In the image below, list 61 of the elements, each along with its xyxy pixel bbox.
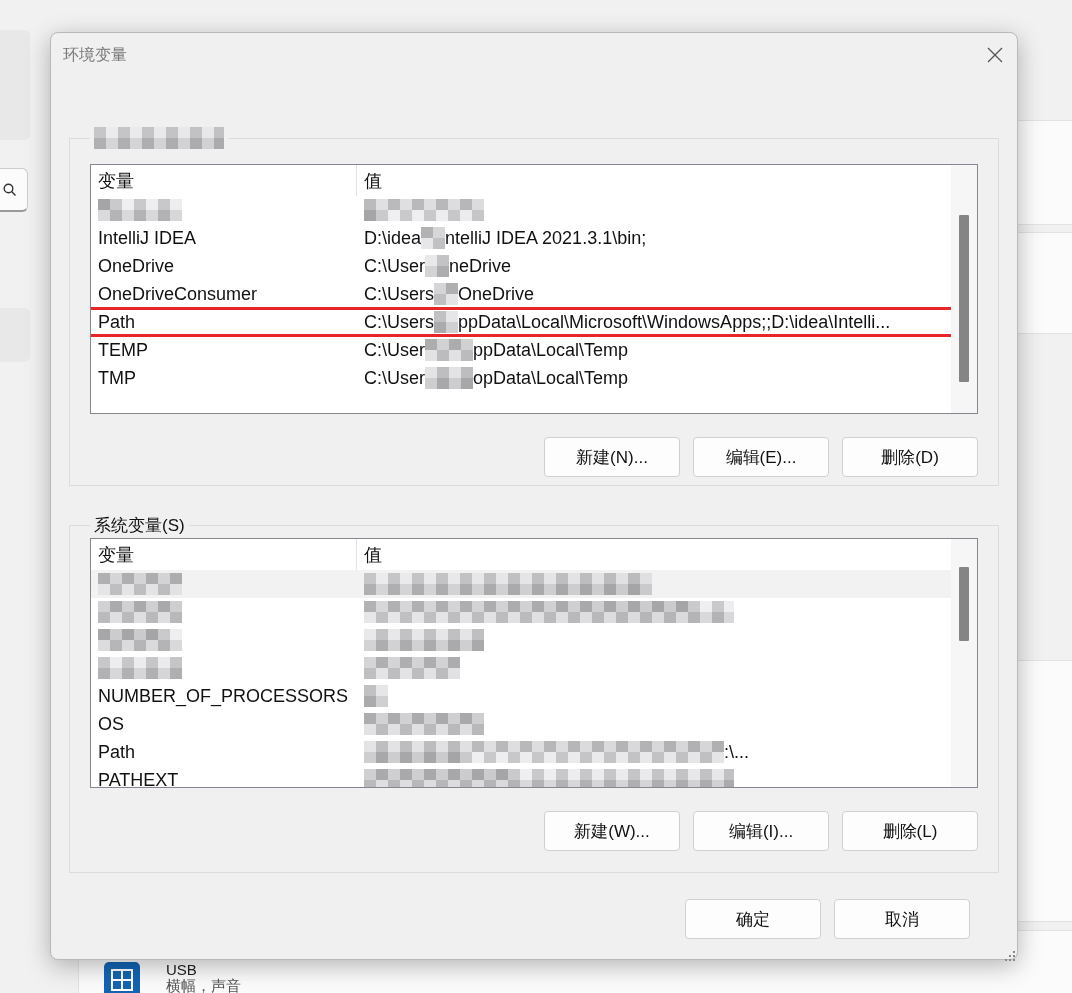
list-row[interactable]: Path :\... [91,738,951,766]
outlined-row[interactable]: Path C:\Users ppData\Local\Microsoft\WindowsApps;;D:\idea\Intelli... [91,308,961,336]
cell-text: OneDriveConsumer [98,283,258,305]
cell-text: :\... [724,741,749,763]
search-field[interactable] [0,168,28,212]
action-button[interactable]: 编辑(E)... [693,437,829,477]
item-subtitle: 横幅，声音 [166,978,241,993]
cell-text: IntelliJ IDEA [98,227,197,249]
cell-text: NUMBER_OF_PROCESSORS [98,685,349,707]
dialog-button[interactable]: 取消 [834,899,970,939]
action-button[interactable]: 编辑(I)... [693,811,829,851]
list-row[interactable]: PATHEXT [91,766,951,787]
window-title: 环境变量 [63,44,127,65]
cell-text: neDrive [449,255,512,277]
cell-text: ppData\Local\Microsoft\WindowsApps;;D:\idea\Intelli... [458,311,891,333]
action-button[interactable]: 删除(D) [842,437,978,477]
cell-text: PATHEXT [98,769,179,787]
search-icon [3,182,17,197]
scrollbar[interactable] [951,539,977,787]
list-row[interactable]: IntelliJ IDEA D:\idea ntelliJ IDEA 2021.3.1\bin; [91,224,951,252]
pixelated-block [421,227,446,249]
cell-text: C:\Users [364,311,434,333]
list-row[interactable]: TMP C:\User opData\Local\Temp [91,364,951,392]
cell-text: Path [98,311,136,333]
cell-text: TMP [98,367,136,389]
action-button[interactable]: 新建(N)... [544,437,680,477]
cell-text: OS [98,713,124,735]
pixelated-block [425,339,473,361]
pixelated-block [434,311,458,333]
column-header[interactable]: 值 [357,165,382,196]
cell-text: TEMP [98,339,148,361]
cell-text: C:\Users [364,283,434,305]
cell-text: ppData\Local\Temp [473,339,629,361]
cell-text: ntelliJ IDEA 2021.3.1\bin; [445,227,647,249]
close-icon [987,47,1003,63]
pixelated-block [434,283,458,305]
pixelated-block [364,685,388,707]
column-header[interactable]: 值 [357,539,382,570]
cell-text: 系统变量(S) [94,514,185,537]
cell-text: OneDrive [458,283,535,305]
list-row[interactable]: OneDriveConsumer C:\Users OneDrive [91,280,951,308]
dialog-button[interactable]: 确定 [685,899,821,939]
pixelated-block [425,255,449,277]
list-row[interactable]: OS [91,710,951,738]
pixelated-block [425,367,473,389]
cell-text: C:\User [364,339,425,361]
list-row[interactable]: TEMP C:\User ppData\Local\Temp [91,336,951,364]
column-header[interactable]: 变量 [91,165,357,196]
action-button[interactable]: 新建(W)... [544,811,680,851]
action-button[interactable]: 删除(L) [842,811,978,851]
scrollbar[interactable] [951,165,977,413]
window-layout-icon [104,962,140,993]
cell-text: C:\User [364,367,425,389]
list-row[interactable]: OneDrive C:\User neDrive [91,252,951,280]
cell-text: D:\idea [364,227,422,249]
list-row[interactable]: NUMBER_OF_PROCESSORS [91,682,951,710]
cell-text: Path [98,741,136,763]
cell-text: OneDrive [98,255,175,277]
cell-text: C:\User [364,255,425,277]
cell-text: opData\Local\Temp [473,367,629,389]
item-title: USB [166,962,198,978]
